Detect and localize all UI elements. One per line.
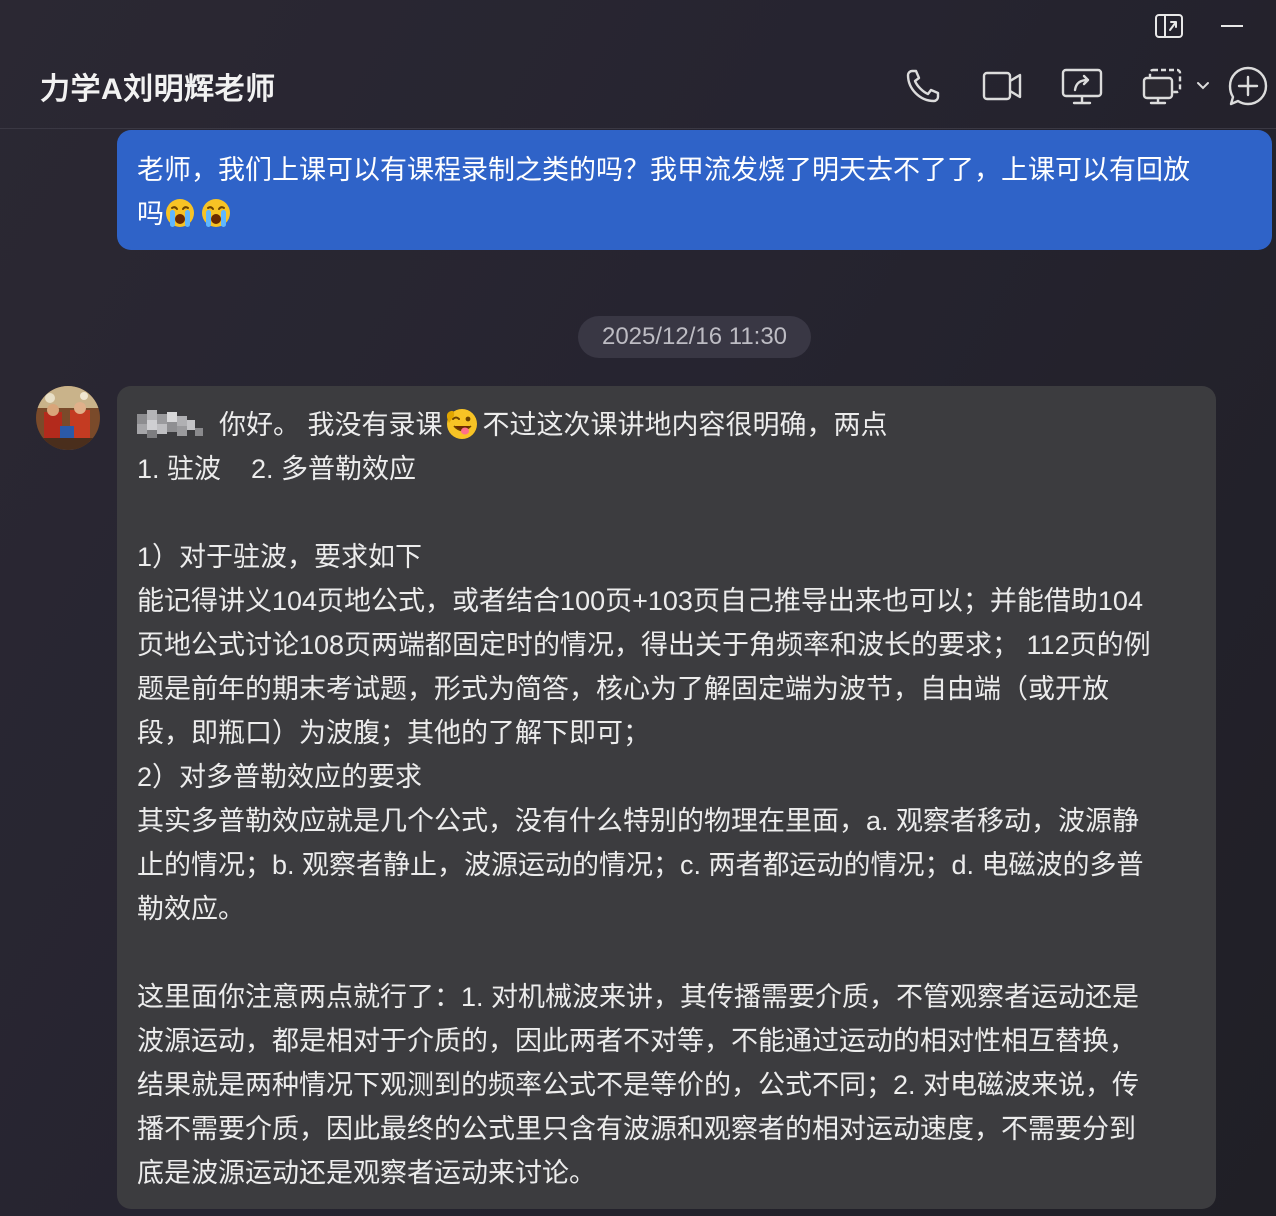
outgoing-message-line: 老师，我们上课可以有课程录制之类的吗？我甲流发烧了明天去不了了，上课可以有回放	[137, 155, 1190, 185]
message-line: 播不需要介质，因此最终的公式里只含有波源和观察者的相对运动速度，不需要分到	[137, 1114, 1136, 1144]
message-line: 勒效应。	[137, 894, 245, 924]
share-screen-icon	[1061, 68, 1103, 105]
message-line: 2）对多普勒效应的要求	[137, 762, 423, 792]
add-chat-icon	[1228, 66, 1268, 106]
remote-assist-button[interactable]	[1138, 62, 1186, 110]
loudly-crying-emoji-icon	[202, 199, 230, 227]
more-options-button[interactable]	[1195, 74, 1211, 98]
outgoing-message-bubble[interactable]: 老师，我们上课可以有课程录制之类的吗？我甲流发烧了明天去不了了，上课可以有回放 …	[117, 130, 1272, 250]
video-call-icon	[982, 71, 1022, 101]
add-chat-button[interactable]	[1224, 62, 1272, 110]
loudly-crying-emoji-icon	[166, 199, 194, 227]
message-line	[137, 491, 1196, 535]
avatar[interactable]	[36, 386, 100, 450]
message-line: 段，即瓶口）为波腹；其他的了解下即可；	[137, 718, 650, 748]
teacher-avatar-icon	[36, 386, 100, 450]
message-line: 波源运动，都是相对于介质的，因此两者不对等，不能通过运动的相对性相互替换，	[137, 1026, 1136, 1056]
message-line: 1）对于驻波，要求如下	[137, 542, 423, 572]
message-line: 结果就是两种情况下观测到的频率公式不是等价的，公式不同；2. 对电磁波来说，传	[137, 1070, 1140, 1100]
message-line: 止的情况；b. 观察者静止，波源运动的情况；c. 两者都运动的情况；d. 电磁波…	[137, 850, 1144, 880]
video-call-button[interactable]	[978, 62, 1026, 110]
message-line: 能记得讲义104页地公式，或者结合100页+103页自己推导出来也可以；并能借助…	[137, 586, 1143, 616]
voice-call-icon	[906, 69, 940, 103]
share-screen-button[interactable]	[1058, 62, 1106, 110]
greeting-text: 你好。 我没有录课	[219, 410, 443, 440]
minimize-icon	[1221, 25, 1243, 27]
minimize-button[interactable]	[1212, 10, 1252, 42]
outgoing-message-text: 吗	[137, 199, 164, 229]
message-line: 你好。 我没有录课 不过这次课讲地内容很明确，两点	[137, 403, 1196, 447]
message-line	[137, 931, 1196, 975]
message-line: 底是波源运动还是观察者运动来讨论。	[137, 1158, 596, 1188]
pin-window-icon	[1155, 14, 1183, 38]
voice-call-button[interactable]	[899, 62, 947, 110]
message-line: 题是前年的期末考试题，形式为简答，核心为了解固定端为波节，自由端（或开放	[137, 674, 1109, 704]
message-line: 页地公式讨论108页两端都固定时的情况，得出关于角频率和波长的要求； 112页的…	[137, 630, 1151, 660]
outgoing-message-line: 吗	[137, 192, 1252, 236]
message-line: 这里面你注意两点就行了：1. 对机械波来讲，其传播需要介质，不管观察者运动还是	[137, 982, 1140, 1012]
message-line: 其实多普勒效应就是几个公式，没有什么特别的物理在里面，a. 观察者移动，波源静	[137, 806, 1140, 836]
message-timestamp: 2025/12/16 11:30	[578, 316, 811, 358]
wink-tongue-emoji-icon	[446, 409, 477, 439]
remote-assist-icon	[1142, 68, 1182, 105]
blurred-name-icon	[137, 410, 203, 438]
chat-title: 力学A刘明辉老师	[40, 73, 276, 106]
message-line: 1. 驻波 2. 多普勒效应	[137, 454, 417, 484]
chat-header: 力学A刘明辉老师	[0, 44, 1276, 129]
pin-window-button[interactable]	[1149, 10, 1189, 42]
greeting-rest-text: 不过这次课讲地内容很明确，两点	[482, 410, 888, 440]
incoming-message-bubble[interactable]: 你好。 我没有录课 不过这次课讲地内容很明确，两点 1. 驻波 2. 多普勒效应…	[117, 386, 1216, 1209]
chevron-down-icon	[1197, 82, 1209, 90]
